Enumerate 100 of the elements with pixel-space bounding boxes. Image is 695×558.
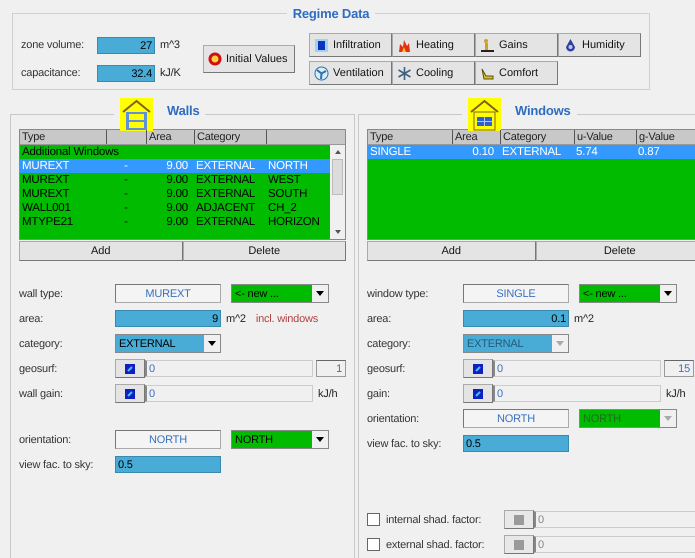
- regime-button[interactable]: Gains: [475, 33, 558, 57]
- unit-label: m^2: [225, 312, 246, 324]
- file-icon: [125, 388, 135, 398]
- list-button[interactable]: Delete: [536, 241, 695, 261]
- unit-label: kJ/h: [317, 388, 338, 400]
- input-field[interactable]: 32.4: [97, 64, 155, 82]
- list-row[interactable]: MUREXT - 9.00 EXTERNAL SOUTH: [20, 187, 330, 201]
- field-label: category:: [19, 338, 64, 350]
- square-icon: [514, 514, 524, 524]
- display-field: MUREXT: [115, 284, 221, 303]
- path-field[interactable]: 0: [145, 360, 313, 377]
- dropdown[interactable]: <- new ...: [579, 284, 677, 303]
- input-field[interactable]: 9: [115, 310, 221, 327]
- checkbox[interactable]: [367, 538, 380, 551]
- regime-button[interactable]: Cooling: [392, 61, 475, 85]
- dropdown[interactable]: EXTERNAL: [115, 334, 221, 353]
- input-field[interactable]: 0.1: [463, 310, 569, 327]
- list-button[interactable]: Delete: [182, 241, 346, 261]
- regime-button[interactable]: Heating: [392, 33, 475, 57]
- regime-button[interactable]: Infiltration: [309, 33, 392, 57]
- caret-icon: [664, 291, 672, 296]
- caret-icon: [208, 341, 216, 346]
- scrollbar[interactable]: [330, 145, 345, 239]
- field-label: wall type:: [19, 288, 64, 300]
- list-button[interactable]: Add: [367, 241, 536, 261]
- dropdown[interactable]: NORTH: [231, 430, 329, 449]
- initial-values-button[interactable]: Initial Values: [203, 45, 295, 73]
- column-header[interactable]: Category: [194, 130, 266, 144]
- square-icon: [514, 540, 524, 550]
- file-button[interactable]: [115, 384, 145, 403]
- caret-icon: [556, 341, 564, 346]
- caret-icon: [316, 291, 324, 296]
- field-label: geosurf:: [19, 362, 58, 374]
- list-row[interactable]: WALL001 - 9.00 ADJACENT CH_2: [20, 201, 330, 215]
- house-icon: [120, 98, 153, 131]
- field-label: zone volume:: [21, 39, 86, 51]
- count-field[interactable]: 1: [316, 360, 346, 377]
- field-label: view fac. to sky:: [367, 438, 442, 450]
- column-header[interactable]: Type: [368, 130, 452, 144]
- field-label: category:: [367, 338, 412, 350]
- snowflake-icon: [397, 66, 412, 80]
- list-box[interactable]: Type Area Category Additional Windows MUREXT - 9.00 EXTERNAL NORTH MUREXT - 9.00 EXTERNAL WEST MUREXT - 9.00 EXTERNAL SOUTH WALL001 - 9.00 ADJACENT CH_2 MTYPE21 - 9.00 EXTERNAL HORIZON: [19, 129, 346, 240]
- regime-button[interactable]: Comfort: [475, 61, 558, 85]
- field-label: orientation:: [19, 434, 72, 446]
- list-row[interactable]: Additional Windows: [20, 145, 330, 159]
- panel-title: Windows: [515, 103, 571, 118]
- file-button[interactable]: [504, 535, 534, 554]
- input-field[interactable]: 0.5: [463, 435, 569, 452]
- unit-label: m^3: [159, 39, 181, 51]
- burst-icon: [208, 52, 222, 66]
- list-row[interactable]: MUREXT - 9.00 EXTERNAL WEST: [20, 173, 330, 187]
- flame-icon: [397, 38, 412, 52]
- count-field[interactable]: 15: [664, 360, 694, 377]
- regime-button[interactable]: Ventilation: [309, 61, 392, 85]
- column-header[interactable]: u-Value: [574, 130, 636, 144]
- display-field: NORTH: [115, 430, 221, 449]
- file-button[interactable]: [463, 359, 493, 378]
- column-header[interactable]: Area: [452, 130, 500, 144]
- dropdown[interactable]: <- new ...: [231, 284, 329, 303]
- file-icon: [125, 364, 135, 374]
- input-field[interactable]: 0.5: [115, 456, 221, 473]
- list-box[interactable]: Type Area Category u-Value g-Value SINGLE 0.10 EXTERNAL 5.74 0.87: [367, 129, 695, 240]
- column-header[interactable]: Area: [146, 130, 194, 144]
- field-label: gain:: [367, 388, 391, 400]
- file-icon: [473, 388, 483, 398]
- input-field[interactable]: 27: [97, 36, 155, 54]
- unit-label: kJ/K: [159, 67, 182, 79]
- note-text: incl. windows: [256, 312, 318, 324]
- list-button[interactable]: Add: [19, 241, 182, 261]
- column-header[interactable]: Category: [500, 130, 574, 144]
- file-button[interactable]: [504, 510, 534, 529]
- checkbox[interactable]: [367, 513, 380, 526]
- checkbox-label: external shad. factor:: [386, 538, 486, 550]
- field-label: view fac. to sky:: [19, 458, 94, 470]
- column-header[interactable]: g-Value: [636, 130, 692, 144]
- file-button[interactable]: [115, 359, 145, 378]
- field-label: window type:: [367, 288, 430, 300]
- regime-button[interactable]: Humidity: [558, 33, 641, 57]
- unit-label: kJ/h: [665, 388, 686, 400]
- file-icon: [473, 364, 483, 374]
- field-label: capacitance:: [21, 67, 82, 79]
- column-header[interactable]: Type: [20, 130, 106, 144]
- field-label: wall gain:: [19, 388, 64, 400]
- file-button[interactable]: [463, 384, 493, 403]
- list-row[interactable]: MTYPE21 - 9.00 EXTERNAL HORIZON: [20, 215, 330, 229]
- display-field: NORTH: [463, 409, 569, 428]
- display-field: SINGLE: [463, 284, 569, 303]
- field-label: area:: [367, 312, 392, 324]
- scroll-thumb[interactable]: [332, 159, 343, 195]
- path-field[interactable]: 0: [493, 360, 661, 377]
- window-icon: [314, 38, 329, 52]
- house-window-icon: [468, 98, 501, 131]
- path-field[interactable]: 0: [145, 385, 313, 402]
- up-arrow-icon[interactable]: [334, 149, 342, 155]
- path-field[interactable]: 0: [493, 385, 661, 402]
- caret-icon: [316, 437, 324, 442]
- down-arrow-icon[interactable]: [334, 229, 342, 235]
- field-label: geosurf:: [367, 362, 406, 374]
- caret-icon: [664, 416, 672, 421]
- person-icon: [480, 38, 495, 52]
